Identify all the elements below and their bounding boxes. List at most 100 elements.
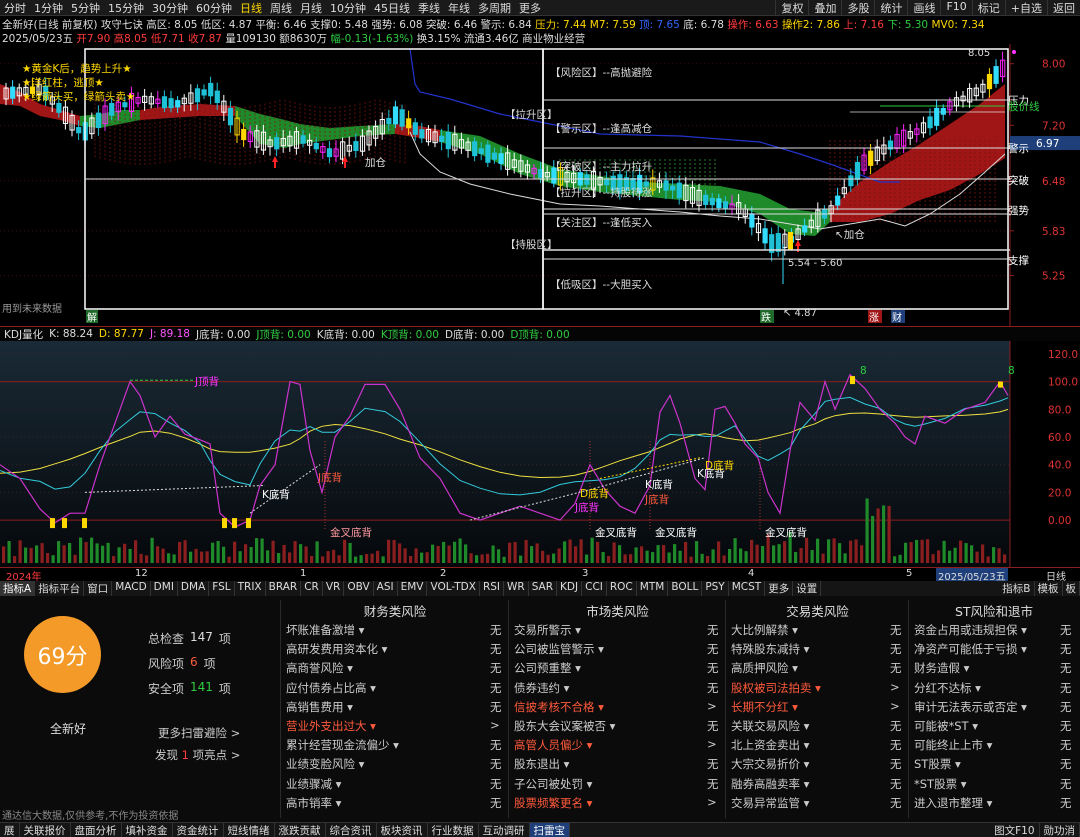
- bottom-tab-5[interactable]: 短线情绪: [224, 822, 275, 837]
- toolbar-button-8[interactable]: 返回: [1047, 0, 1080, 16]
- risk-item-2-4[interactable]: 长期不分红 ▾: [731, 699, 798, 715]
- risk-item-3-9[interactable]: 进入退市整理 ▾: [914, 795, 992, 811]
- risk-item-2-7[interactable]: 大宗交易折价 ▾: [731, 756, 809, 772]
- indicator-tab-21[interactable]: MTM: [637, 581, 669, 596]
- risk-item-3-8[interactable]: *ST股票 ▾: [914, 776, 967, 792]
- risk-item-2-6[interactable]: 北上资金卖出 ▾: [731, 737, 809, 753]
- indicator-tab-5[interactable]: DMA: [178, 581, 210, 596]
- indicator-tab-right-2[interactable]: 板: [1063, 581, 1080, 596]
- risk-item-0-8[interactable]: 业绩骤减 ▾: [286, 776, 341, 792]
- toolbar-button-2[interactable]: 多股: [841, 0, 874, 16]
- indicator-tab-20[interactable]: ROC: [607, 581, 637, 596]
- indicator-tab-13[interactable]: EMV: [398, 581, 428, 596]
- indicator-tab-18[interactable]: KDJ: [557, 581, 583, 596]
- risk-item-0-5[interactable]: 营业外支出过大 ▾: [286, 718, 376, 734]
- period-tab-14[interactable]: 更多: [515, 0, 545, 16]
- indicator-tab-4[interactable]: DMI: [151, 581, 178, 596]
- toolbar-button-7[interactable]: +自选: [1004, 0, 1047, 16]
- indicator-tab-14[interactable]: VOL-TDX: [427, 581, 480, 596]
- bottom-tab-3[interactable]: 填补资金: [122, 822, 173, 837]
- bottom-tab-6[interactable]: 涨跌贡献: [275, 822, 326, 837]
- risk-item-0-4[interactable]: 高销售费用 ▾: [286, 699, 353, 715]
- risk-item-value-2-3[interactable]: >: [890, 680, 900, 694]
- risk-item-value-2-4[interactable]: >: [890, 699, 900, 713]
- indicator-tab-17[interactable]: SAR: [529, 581, 558, 596]
- bottom-tab-10[interactable]: 互动调研: [479, 822, 530, 837]
- bottom-right-1[interactable]: 勋功消: [1040, 822, 1080, 837]
- toolbar-button-0[interactable]: 复权: [775, 0, 808, 16]
- period-tab-12[interactable]: 年线: [444, 0, 474, 16]
- bottom-tab-0[interactable]: 展: [0, 822, 20, 837]
- indicator-tab-8[interactable]: BRAR: [266, 581, 302, 596]
- kdj-chart[interactable]: 120.0 100.0 80.0 60.0 40.0 20.0 0.00 J顶背 K底背 J底背…: [0, 341, 1080, 567]
- risk-item-2-8[interactable]: 融券高融卖率 ▾: [731, 776, 809, 792]
- bottom-tab-1[interactable]: 关联报价: [20, 822, 71, 837]
- indicator-tab-right-0[interactable]: 指标B: [999, 581, 1035, 596]
- candlestick-chart[interactable]: 8.00 7.20 6.48 5.83 5.25 6.97 ★黄金K后，趋势上升★★洋红柱…: [0, 44, 1080, 326]
- period-tab-8[interactable]: 月线: [296, 0, 326, 16]
- risk-item-value-1-6[interactable]: >: [707, 737, 717, 751]
- risk-item-value-1-9[interactable]: >: [707, 795, 717, 809]
- period-tab-5[interactable]: 60分钟: [192, 0, 236, 16]
- indicator-tab-22[interactable]: BOLL: [668, 581, 703, 596]
- period-tab-1[interactable]: 1分钟: [30, 0, 67, 16]
- risk-item-0-2[interactable]: 高商誉风险 ▾: [286, 660, 353, 676]
- risk-item-value-1-4[interactable]: >: [707, 699, 717, 713]
- indicator-tab-2[interactable]: 窗口: [84, 581, 113, 596]
- bottom-tab-11[interactable]: 扫雷宝: [529, 822, 570, 837]
- toolbar-button-4[interactable]: 画线: [907, 0, 940, 16]
- bottom-tab-2[interactable]: 盘面分析: [71, 822, 122, 837]
- risk-item-3-4[interactable]: 审计无法表示或否定 ▾: [914, 699, 1027, 715]
- risk-item-3-7[interactable]: ST股票 ▾: [914, 756, 961, 772]
- risk-item-0-3[interactable]: 应付债券占比高 ▾: [286, 680, 376, 696]
- risk-item-3-6[interactable]: 可能终止上市 ▾: [914, 737, 992, 753]
- indicator-tab-26[interactable]: 设置: [793, 581, 822, 596]
- risk-item-1-8[interactable]: 子公司被处罚 ▾: [514, 776, 592, 792]
- indicator-tab-3[interactable]: MACD: [112, 581, 151, 596]
- indicator-name[interactable]: 攻守七诀: [101, 19, 143, 31]
- indicator-tab-6[interactable]: FSL: [209, 581, 235, 596]
- risk-item-3-0[interactable]: 资金占用或违规担保 ▾: [914, 622, 1027, 638]
- toolbar-button-1[interactable]: 叠加: [808, 0, 841, 16]
- risk-item-3-3[interactable]: 分红不达标 ▾: [914, 680, 981, 696]
- indicator-tab-12[interactable]: ASI: [374, 581, 398, 596]
- bottom-right-0[interactable]: 图文F10: [990, 822, 1040, 837]
- risk-item-3-5[interactable]: 可能被*ST ▾: [914, 718, 978, 734]
- indicator-tab-19[interactable]: CCI: [582, 581, 607, 596]
- risk-item-1-9[interactable]: 股票频繁更名 ▾: [514, 795, 592, 811]
- risk-item-0-1[interactable]: 高研发费用资本化 ▾: [286, 641, 387, 657]
- period-tab-6[interactable]: 日线: [236, 0, 266, 16]
- risk-item-3-1[interactable]: 净资产可能低于亏损 ▾: [914, 641, 1027, 657]
- risk-item-2-5[interactable]: 关联交易风险 ▾: [731, 718, 809, 734]
- indicator-tab-11[interactable]: OBV: [344, 581, 374, 596]
- indicator-tab-25[interactable]: 更多: [765, 581, 794, 596]
- period-tab-10[interactable]: 45日线: [370, 0, 414, 16]
- bottom-tab-8[interactable]: 板块资讯: [377, 822, 428, 837]
- risk-item-0-9[interactable]: 高市销率 ▾: [286, 795, 341, 811]
- risk-item-1-5[interactable]: 股东大会议案被否 ▾: [514, 718, 615, 734]
- risk-item-0-6[interactable]: 累计经营现金流偏少 ▾: [286, 737, 399, 753]
- indicator-tab-16[interactable]: WR: [504, 581, 529, 596]
- toolbar-button-6[interactable]: 标记: [971, 0, 1005, 16]
- risk-item-2-2[interactable]: 高质押风险 ▾: [731, 660, 798, 676]
- risk-item-2-3[interactable]: 股权被司法拍卖 ▾: [731, 680, 821, 696]
- risk-item-value-0-5[interactable]: >: [490, 718, 500, 732]
- kdj-title[interactable]: KDJ量化: [4, 327, 43, 342]
- risk-item-1-3[interactable]: 债券违约 ▾: [514, 680, 569, 696]
- risk-item-1-1[interactable]: 公司被监管警示 ▾: [514, 641, 604, 657]
- period-tab-7[interactable]: 周线: [266, 0, 296, 16]
- risk-item-2-1[interactable]: 特殊股东减持 ▾: [731, 641, 809, 657]
- indicator-tab-1[interactable]: 指标平台: [35, 581, 85, 596]
- indicator-tab-24[interactable]: MCST: [729, 581, 766, 596]
- indicator-tab-7[interactable]: TRIX: [235, 581, 266, 596]
- indicator-tab-10[interactable]: VR: [323, 581, 345, 596]
- risk-item-1-7[interactable]: 股东退出 ▾: [514, 756, 569, 772]
- more-risk-link[interactable]: 更多扫雷避险 >: [158, 725, 240, 741]
- indicator-tab-9[interactable]: CR: [301, 581, 323, 596]
- risk-item-0-0[interactable]: 坏账准备激增 ▾: [286, 622, 364, 638]
- risk-item-1-0[interactable]: 交易所警示 ▾: [514, 622, 581, 638]
- risk-item-2-9[interactable]: 交易异常监管 ▾: [731, 795, 809, 811]
- risk-item-0-7[interactable]: 业绩变脸风险 ▾: [286, 756, 364, 772]
- bottom-tab-9[interactable]: 行业数据: [428, 822, 479, 837]
- period-tab-0[interactable]: 分时: [0, 0, 30, 16]
